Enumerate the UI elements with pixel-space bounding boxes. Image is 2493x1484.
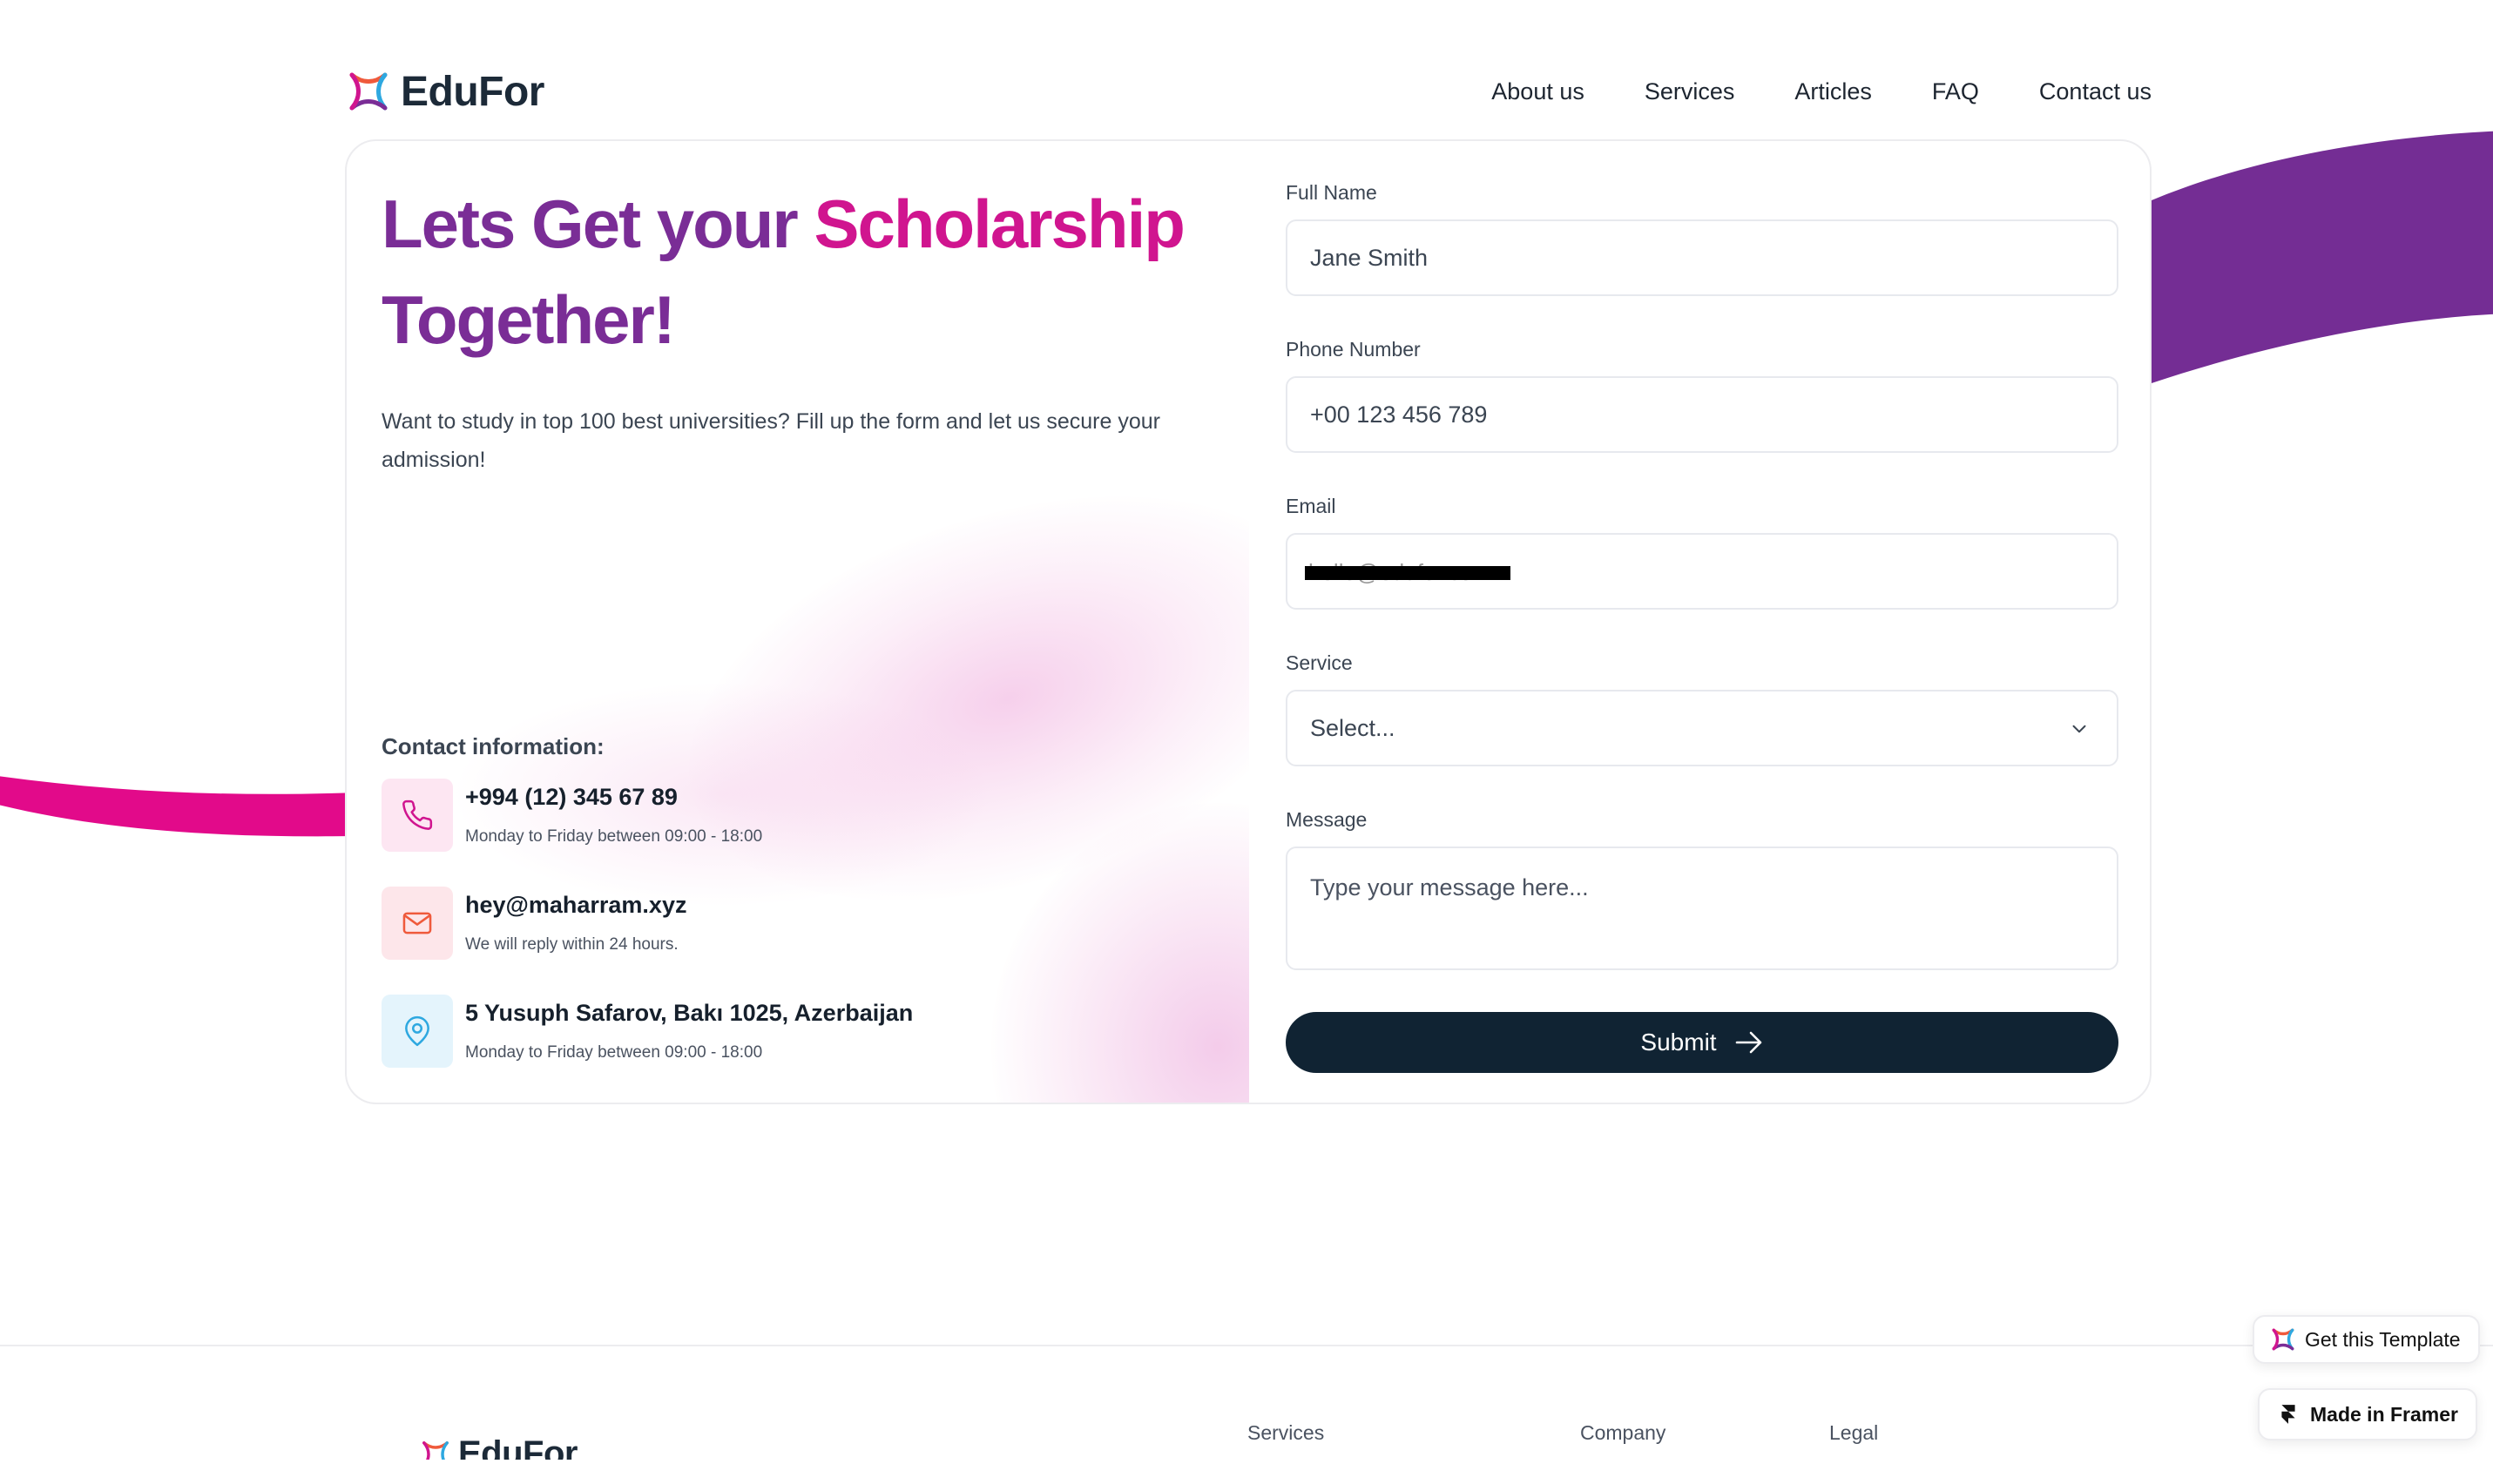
footer-logo[interactable]: EduFor [422,1433,578,1460]
mail-icon-box [382,887,453,960]
footer-logo-text: EduFor [458,1434,578,1460]
framer-logo-icon [2281,1405,2295,1424]
contact-item-phone: +994 (12) 345 67 89 Monday to Friday bet… [382,779,1165,853]
contact-heading: Contact information: [382,733,605,759]
nav-about-us[interactable]: About us [1491,78,1584,105]
location-pin-icon [405,1015,429,1047]
footer-logo-mark-icon [422,1441,449,1460]
footer-col-company: Company [1580,1421,1666,1444]
contact-phone-number[interactable]: +994 (12) 345 67 89 [465,784,678,811]
decorative-ribbon-right [2152,131,2493,383]
phone-icon [402,799,433,830]
message-label: Message [1286,808,1368,831]
hero-title-part3: Together! [382,281,676,358]
scholarship-form: Full Name Jane Smith Phone Number +00 12… [1286,141,2122,1103]
get-template-label: Get this Template [2305,1327,2461,1351]
service-label: Service [1286,651,1353,674]
phone-icon-box [382,779,453,852]
email-input[interactable]: hello@edufor.com [1286,533,2118,610]
contact-email-note: We will reply within 24 hours. [465,935,679,954]
contact-address-hours: Monday to Friday between 09:00 - 18:00 [465,1043,763,1062]
contact-phone-hours: Monday to Friday between 09:00 - 18:00 [465,827,763,846]
nav-faq[interactable]: FAQ [1932,78,1979,105]
contact-item-email: hey@maharram.xyz We will reply within 24… [382,887,1165,961]
redaction-bar [1305,566,1510,580]
phone-input[interactable]: +00 123 456 789 [1286,376,2118,453]
logo-text: EduFor [401,68,544,115]
logo-mark-icon [349,72,388,111]
logo[interactable]: EduFor [348,68,544,116]
made-in-framer-badge[interactable]: Made in Framer [2258,1388,2477,1440]
full-name-label: Full Name [1286,181,1377,204]
main-nav: About us Services Articles FAQ Contact u… [1491,78,2152,105]
hero-title-highlight: Scholarship [814,186,1185,262]
hero-title-part1: Lets Get your [382,186,814,262]
message-textarea[interactable]: Type your message here... [1286,847,2118,970]
template-logo-icon [2272,1328,2294,1351]
nav-contact-us[interactable]: Contact us [2039,78,2152,105]
made-in-framer-label: Made in Framer [2310,1402,2458,1426]
phone-label: Phone Number [1286,338,1421,361]
contact-email-address[interactable]: hey@maharram.xyz [465,892,686,919]
location-icon-box [382,995,453,1068]
footer-divider [0,1345,2493,1346]
decorative-ribbon-left [0,776,357,837]
submit-button[interactable]: Submit [1286,1012,2118,1073]
email-label: Email [1286,495,1336,517]
nav-services[interactable]: Services [1645,78,1735,105]
service-select[interactable]: Select... [1286,690,2118,766]
hero-title: Lets Get your Scholarship Together! [382,176,1218,368]
footer-col-legal: Legal [1829,1421,1879,1444]
mail-icon [402,912,432,934]
service-selected-value: Select... [1310,714,1395,741]
hero-subtitle: Want to study in top 100 best universiti… [382,409,1160,472]
arrow-right-icon [1735,1031,1761,1054]
chevron-down-icon [2072,725,2086,733]
nav-articles[interactable]: Articles [1794,78,1872,105]
full-name-input[interactable]: Jane Smith [1286,219,2118,296]
contact-address: 5 Yusuph Safarov, Bakı 1025, Azerbaijan [465,1000,914,1026]
site-header: EduFor About us Services Articles FAQ Co… [348,61,2152,122]
contact-item-address: 5 Yusuph Safarov, Bakı 1025, Azerbaijan … [382,995,1165,1069]
submit-label: Submit [1640,1029,1717,1056]
contact-card: Lets Get your Scholarship Together! Want … [345,139,2152,1104]
get-template-button[interactable]: Get this Template [2253,1315,2480,1364]
footer-col-services: Services [1247,1421,1325,1444]
